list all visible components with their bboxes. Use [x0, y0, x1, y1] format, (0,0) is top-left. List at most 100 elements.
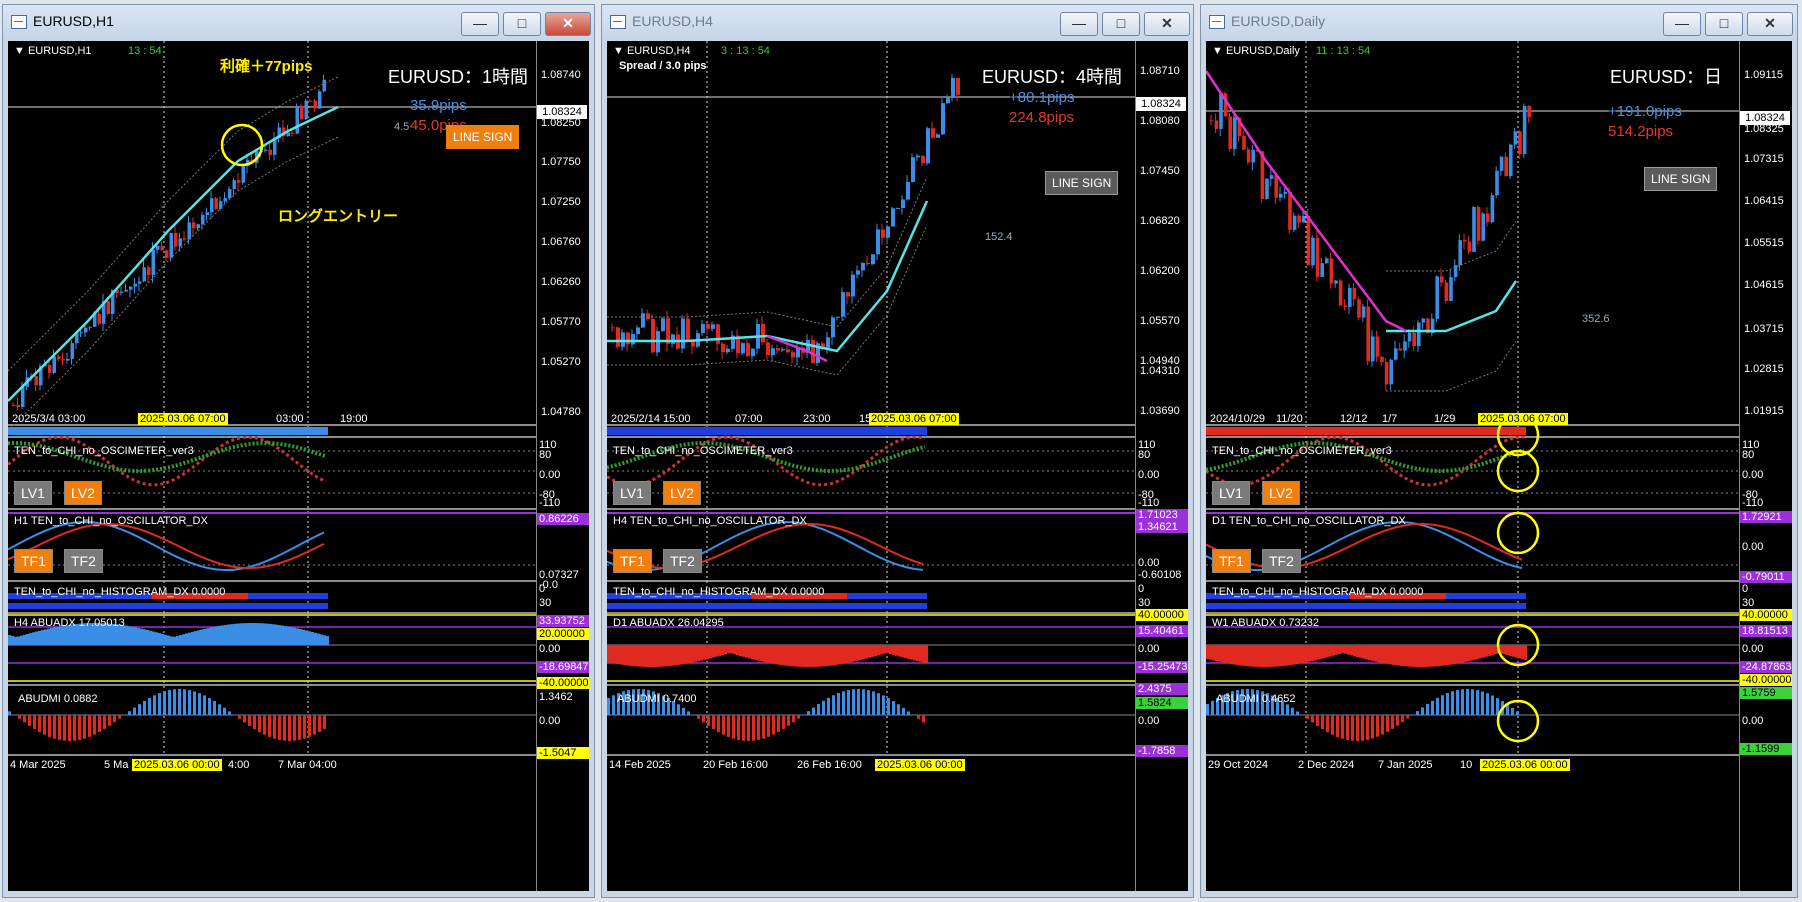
candle-body: [183, 238, 187, 240]
maximize-button[interactable]: □: [1102, 12, 1140, 36]
chart-area[interactable]: ▼ EURUSD,Daily 11 : 13 : 54 EURUSD：日 +19…: [1206, 41, 1792, 891]
adx-histogram-bar: [1491, 645, 1494, 656]
hist-level: 0: [1138, 583, 1145, 595]
candle-body: [48, 365, 52, 373]
adx-histogram-bar: [218, 625, 221, 645]
adx-histogram-bar: [131, 626, 134, 645]
adx-histogram-bar: [1371, 645, 1374, 661]
maximize-button[interactable]: □: [1705, 12, 1743, 36]
tf2-button[interactable]: TF2: [663, 549, 702, 573]
abudmi-value: -1.5047: [537, 747, 589, 759]
candle-body: [761, 324, 765, 343]
adx-histogram-bar: [281, 625, 284, 645]
tf1-button[interactable]: TF1: [613, 549, 652, 573]
dmi-histogram-bar: [782, 715, 785, 729]
lv2-button[interactable]: LV2: [1262, 481, 1300, 505]
candle-body: [626, 332, 630, 345]
adx-histogram-bar: [880, 645, 883, 655]
window-titlebar[interactable]: EURUSD,H4 — □ ✕: [602, 5, 1193, 39]
dx-value: -0.60108: [1138, 569, 1182, 581]
adx-histogram-bar: [215, 626, 218, 645]
chart-window-h4[interactable]: EURUSD,H4 — □ ✕ ▼ EURUSD,H4 3 : 13 : 54 …: [601, 4, 1194, 898]
dmi-histogram-bar: [1356, 715, 1359, 741]
window-titlebar[interactable]: EURUSD,H1 — □ ✕: [3, 5, 594, 39]
line-sign-button[interactable]: LINE SIGN: [1045, 171, 1119, 195]
chart-window-icon: [11, 15, 27, 29]
chart-area[interactable]: ▼ EURUSD,H1 13 : 54 利確＋77pips ロングエントリー E…: [8, 41, 589, 891]
candle-body: [12, 404, 16, 406]
minimize-button[interactable]: —: [461, 12, 499, 36]
close-button[interactable]: ✕: [545, 12, 591, 36]
dmi-histogram-bar: [777, 715, 780, 732]
tf1-button[interactable]: TF1: [1212, 549, 1251, 573]
abudmi-value: -1.7858: [1136, 745, 1188, 757]
adx-histogram-bar: [619, 645, 622, 665]
price-label: 1.06415: [1744, 195, 1784, 207]
candle-body: [1453, 265, 1458, 278]
chart-window-daily[interactable]: EURUSD,Daily — □ ✕ ▼ EURUSD,Daily 11 : 1…: [1200, 4, 1798, 898]
time-label: 1/7: [1382, 413, 1398, 425]
adx-histogram-bar: [847, 645, 850, 663]
time-highlight: 2025.03.06 07:00: [1478, 413, 1568, 425]
window-titlebar[interactable]: EURUSD,Daily — □ ✕: [1201, 5, 1797, 39]
dmi-histogram-bar: [752, 715, 755, 741]
osc-level: -110: [539, 497, 561, 509]
dmi-histogram-bar: [1211, 700, 1214, 715]
minimize-button[interactable]: —: [1060, 12, 1098, 36]
adx-histogram-bar: [1434, 645, 1437, 667]
adx-histogram-bar: [1299, 645, 1302, 664]
abudmi-value: 1.5824: [1136, 697, 1188, 709]
maximize-button[interactable]: □: [503, 12, 541, 36]
dmi-histogram-bar: [907, 711, 910, 715]
dmi-histogram-bar: [323, 715, 326, 729]
lv1-button[interactable]: LV1: [14, 481, 52, 505]
candle-body: [106, 301, 110, 314]
chart-area[interactable]: ▼ EURUSD,H4 3 : 13 : 54 Spread / 3.0 pip…: [607, 41, 1188, 891]
dmi-histogram-bar: [308, 715, 311, 737]
tf2-button[interactable]: TF2: [1262, 549, 1301, 573]
candle-body: [214, 198, 218, 209]
minimize-button[interactable]: —: [1663, 12, 1701, 36]
close-button[interactable]: ✕: [1747, 12, 1793, 36]
candle-body: [57, 356, 61, 360]
candle-body: [641, 313, 645, 328]
adx-histogram-bar: [248, 623, 251, 645]
adx-histogram-bar: [233, 623, 236, 645]
adx-histogram-bar: [1215, 645, 1218, 662]
adx-histogram-bar: [709, 645, 712, 659]
adx-histogram-bar: [697, 645, 700, 662]
adx-histogram-bar: [1347, 645, 1350, 655]
adx-histogram-bar: [1212, 645, 1215, 661]
adx-histogram-bar: [1317, 645, 1320, 660]
abuadx-value: 18.81513: [1740, 625, 1792, 637]
adx-histogram-bar: [1224, 645, 1227, 663]
adx-histogram-bar: [829, 645, 832, 666]
abudmi-name: ABUDMI 0.0882: [18, 693, 98, 705]
adx-histogram-bar: [221, 625, 224, 645]
candle-body: [1384, 361, 1389, 385]
chart-window-h1[interactable]: EURUSD,H1 — □ ✕ ▼ EURUSD,H1 13 : 54 利確＋7…: [2, 4, 595, 898]
lv2-button[interactable]: LV2: [64, 481, 102, 505]
adx-histogram-bar: [874, 645, 877, 657]
lv2-button[interactable]: LV2: [663, 481, 701, 505]
bottom-time-highlight: 2025.03.06 00:00: [1480, 759, 1570, 771]
line-sign-button[interactable]: LINE SIGN: [1644, 167, 1718, 191]
close-button[interactable]: ✕: [1144, 12, 1190, 36]
adx-histogram-bar: [820, 645, 823, 667]
dx-value: 0.00: [1138, 557, 1160, 569]
tf1-button[interactable]: TF1: [14, 549, 53, 573]
adx-histogram-bar: [1245, 645, 1248, 667]
lv1-button[interactable]: LV1: [1212, 481, 1250, 505]
adx-histogram-bar: [317, 633, 320, 645]
candle-body: [1283, 191, 1288, 194]
price-label: 1.05770: [541, 316, 581, 328]
adx-histogram-bar: [1254, 645, 1257, 667]
lv1-button[interactable]: LV1: [613, 481, 651, 505]
line-sign-button[interactable]: LINE SIGN: [446, 125, 520, 149]
adx-histogram-bar: [272, 624, 275, 645]
candle-body: [178, 238, 182, 247]
tf2-button[interactable]: TF2: [64, 549, 103, 573]
abuadx-name: D1 ABUADX 26.04295: [613, 617, 724, 629]
candle-body: [931, 128, 935, 138]
chart-window-icon: [1209, 15, 1225, 29]
